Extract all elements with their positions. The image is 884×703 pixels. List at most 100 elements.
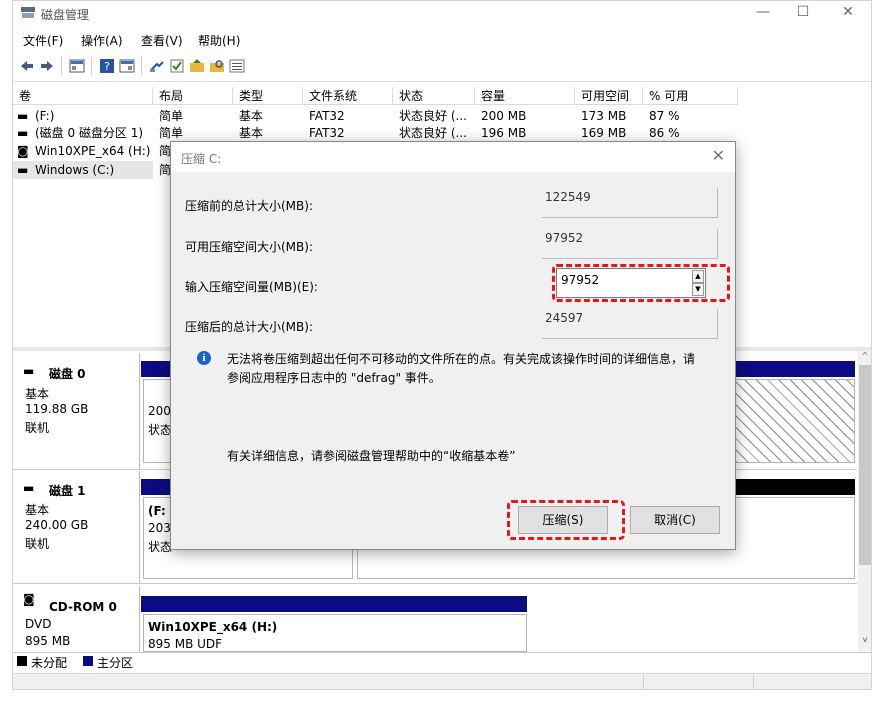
available-space-label: 可用压缩空间大小(MB):: [185, 240, 313, 254]
volume-name: Win10XPE_x64 (H:): [35, 144, 151, 158]
toolbar-separator: [61, 57, 62, 75]
cd-drive-icon: ◙: [23, 592, 35, 606]
partition-bar-primary: [723, 361, 855, 377]
help-link-text[interactable]: 有关详细信息，请参阅磁盘管理帮助中的“收缩基本卷”: [227, 447, 515, 464]
column-header-percent-free[interactable]: % 可用: [643, 87, 738, 105]
scroll-down-icon[interactable]: v: [860, 635, 870, 647]
menu-file[interactable]: 文件(F): [23, 32, 63, 49]
volume-fs: FAT32: [309, 109, 345, 123]
vertical-scrollbar[interactable]: ^ v: [858, 351, 871, 651]
checklist-icon[interactable]: [169, 58, 185, 74]
window-title: 磁盘管理: [41, 8, 90, 22]
volume-free: 173 MB: [581, 109, 627, 123]
toolbar-separator: [141, 57, 142, 75]
total-before-label: 压缩前的总计大小(MB):: [185, 199, 313, 213]
column-header-type[interactable]: 类型: [233, 87, 303, 105]
cdrom-0-label: ◙ CD-ROM 0 DVD 895 MB: [13, 586, 140, 652]
scrollbar-thumb[interactable]: [859, 365, 871, 565]
total-after-label: 压缩后的总计大小(MB):: [185, 320, 313, 334]
svg-text:?: ?: [104, 60, 110, 73]
partition-size-text: 895 MB UDF: [148, 637, 223, 651]
legend-bar: 未分配 主分区: [13, 652, 871, 671]
shrink-dialog: 压缩 C: ✕ 压缩前的总计大小(MB): 122549 可用压缩空间大小(MB…: [170, 141, 736, 550]
disk-icon: ▬: [23, 481, 35, 495]
disk-state: 联机: [25, 421, 50, 435]
menu-action[interactable]: 操作(A): [81, 32, 123, 49]
toolbar: ?: [13, 53, 871, 82]
menu-view[interactable]: 查看(V): [141, 32, 183, 49]
help-icon[interactable]: ?: [99, 58, 115, 74]
minimize-button[interactable]: —: [743, 1, 783, 25]
volume-free: 169 MB: [581, 126, 627, 140]
total-before-value: 122549: [542, 188, 718, 218]
partition-title-text: (F:: [148, 504, 166, 518]
volume-fs: FAT32: [309, 126, 345, 140]
disk-name: CD-ROM 0: [49, 600, 117, 614]
partition-size-text: 200: [148, 404, 171, 418]
volume-percent: 87 %: [649, 109, 680, 123]
close-icon[interactable]: ✕: [712, 146, 725, 165]
disk-0-label: ▬ 磁盘 0 基本 119.88 GB 联机: [13, 353, 140, 469]
toolbar-separator: [91, 57, 92, 75]
cdrom-0-row: ◙ CD-ROM 0 DVD 895 MB Win10XPE_x64 (H:) …: [13, 586, 857, 652]
volume-layout: 简单: [159, 126, 184, 140]
disk-name: 磁盘 1: [49, 484, 86, 498]
folder-search-icon[interactable]: [209, 58, 225, 74]
menu-help[interactable]: 帮助(H): [198, 32, 240, 49]
disk-type: 基本: [25, 387, 50, 401]
volume-percent: 86 %: [649, 126, 680, 140]
back-arrow-icon[interactable]: [19, 58, 35, 74]
scroll-up-icon[interactable]: ^: [860, 351, 870, 363]
volume-name: (F:): [35, 109, 55, 123]
cdrom-partition-h[interactable]: Win10XPE_x64 (H:) 895 MB UDF: [143, 614, 527, 652]
shrink-button-highlight-box: [507, 500, 625, 540]
connect-icon[interactable]: [149, 58, 165, 74]
column-header-filesystem[interactable]: 文件系统: [303, 87, 393, 105]
list-view-icon[interactable]: [229, 58, 245, 74]
title-bar: 磁盘管理 — ☐ ✕: [13, 1, 871, 27]
column-header-status[interactable]: 状态: [393, 87, 475, 105]
drive-icon: ▬: [17, 126, 29, 140]
folder-up-icon[interactable]: [189, 58, 205, 74]
dialog-title-bar: 压缩 C: ✕: [171, 142, 735, 172]
partition-size-text: 203: [148, 521, 171, 535]
disk-name: 磁盘 0: [49, 367, 86, 381]
cd-drive-icon: ◙: [17, 144, 29, 158]
close-window-button[interactable]: ✕: [828, 1, 868, 25]
volume-name: Windows (C:): [35, 163, 115, 177]
maximize-button[interactable]: ☐: [783, 1, 823, 25]
disk-0-partition-hatched[interactable]: [725, 379, 855, 463]
volume-type: 基本: [239, 126, 264, 140]
available-space-value: 97952: [542, 229, 718, 259]
legend-primary-label: 主分区: [97, 656, 134, 670]
legend-unallocated-swatch: [17, 656, 27, 666]
status-bar: [13, 673, 871, 689]
partition-bar-primary: [141, 361, 171, 377]
column-header-volume[interactable]: 卷: [13, 87, 153, 105]
column-header-capacity[interactable]: 容量: [475, 87, 575, 105]
forward-arrow-icon[interactable]: [39, 58, 55, 74]
partition-status-text: 状态: [148, 423, 173, 437]
column-header-free-space[interactable]: 可用空间: [575, 87, 643, 105]
disk-0-partition-1[interactable]: 200 状态: [143, 379, 173, 463]
disk-1-label: ▬ 磁盘 1 基本 240.00 GB 联机: [13, 471, 140, 583]
disk-size: 895 MB: [25, 634, 71, 648]
console-tree-icon[interactable]: [69, 58, 85, 74]
properties-icon[interactable]: [119, 58, 135, 74]
disk-state: 联机: [25, 537, 50, 551]
disk-size: 240.00 GB: [25, 518, 89, 532]
volume-status: 状态良好 (...: [399, 126, 467, 140]
disk-type: DVD: [25, 617, 52, 631]
column-header-layout[interactable]: 布局: [153, 87, 233, 105]
partition-bar-unallocated: [723, 479, 855, 495]
disk-icon: ▬: [23, 364, 35, 378]
legend-unallocated-label: 未分配: [31, 656, 68, 670]
volume-name: (磁盘 0 磁盘分区 1): [35, 126, 144, 140]
cancel-button[interactable]: 取消(C): [630, 506, 720, 534]
status-divider: [753, 674, 754, 689]
drive-icon: ▬: [17, 163, 29, 177]
partition-bar-primary: [141, 479, 171, 495]
volume-type: 基本: [239, 109, 264, 123]
info-icon: i: [197, 351, 211, 365]
disk-management-icon: [21, 7, 35, 18]
